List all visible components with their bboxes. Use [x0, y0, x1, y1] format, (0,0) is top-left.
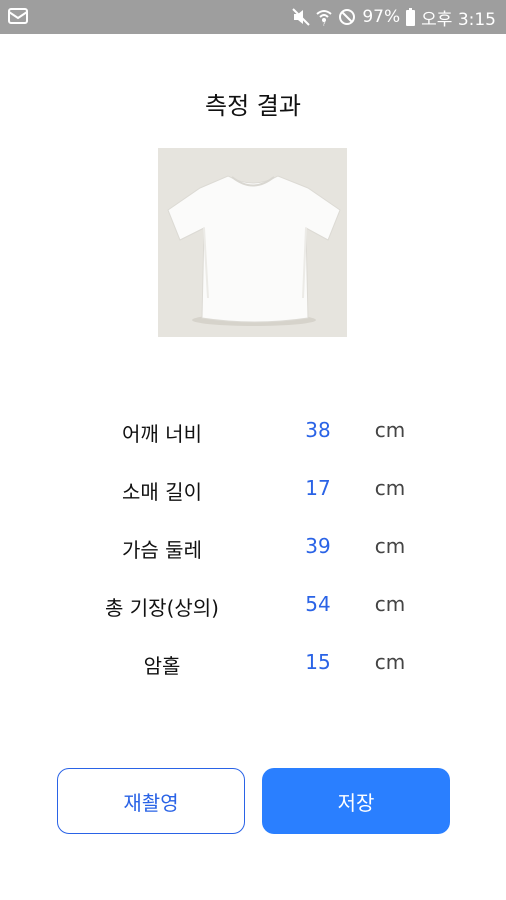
mail-icon: [8, 7, 28, 29]
clock: 오후 3:15: [421, 9, 496, 30]
measurement-row-chest: 가슴 둘레 39 cm: [0, 526, 506, 566]
battery-percent: 97%: [362, 7, 401, 27]
measurement-label: 어깨 너비: [122, 422, 202, 446]
measurement-label: 소매 길이: [122, 480, 202, 504]
measurement-unit: cm: [374, 650, 406, 674]
mute-icon: [292, 8, 311, 26]
measurement-value: 17: [305, 476, 331, 500]
measurement-label: 총 기장(상의): [105, 596, 219, 620]
measurement-unit: cm: [374, 476, 406, 500]
save-button[interactable]: 저장: [262, 768, 450, 834]
garment-photo: [158, 148, 347, 337]
measurement-unit: cm: [374, 592, 406, 616]
measurement-value: 54: [305, 592, 331, 616]
measurement-value: 39: [305, 534, 331, 558]
measurement-value: 38: [305, 418, 331, 442]
measurement-label: 가슴 둘레: [122, 538, 202, 562]
measurement-row-armhole: 암홀 15 cm: [0, 642, 506, 682]
measurement-row-shoulder: 어깨 너비 38 cm: [0, 410, 506, 450]
battery-icon: [406, 8, 416, 26]
measurement-unit: cm: [374, 534, 406, 558]
measurement-value: 15: [305, 650, 331, 674]
measurement-unit: cm: [374, 418, 406, 442]
measurement-row-sleeve: 소매 길이 17 cm: [0, 468, 506, 508]
do-not-disturb-icon: [338, 8, 356, 26]
svg-text:?: ?: [323, 21, 326, 26]
page-title: 측정 결과: [205, 92, 301, 120]
status-bar: ? 97% 오후 3:15: [0, 0, 506, 34]
retake-button[interactable]: 재촬영: [57, 768, 245, 834]
wifi-icon: ?: [316, 8, 332, 26]
measurement-label: 암홀: [143, 654, 181, 678]
measurement-row-length: 총 기장(상의) 54 cm: [0, 584, 506, 624]
